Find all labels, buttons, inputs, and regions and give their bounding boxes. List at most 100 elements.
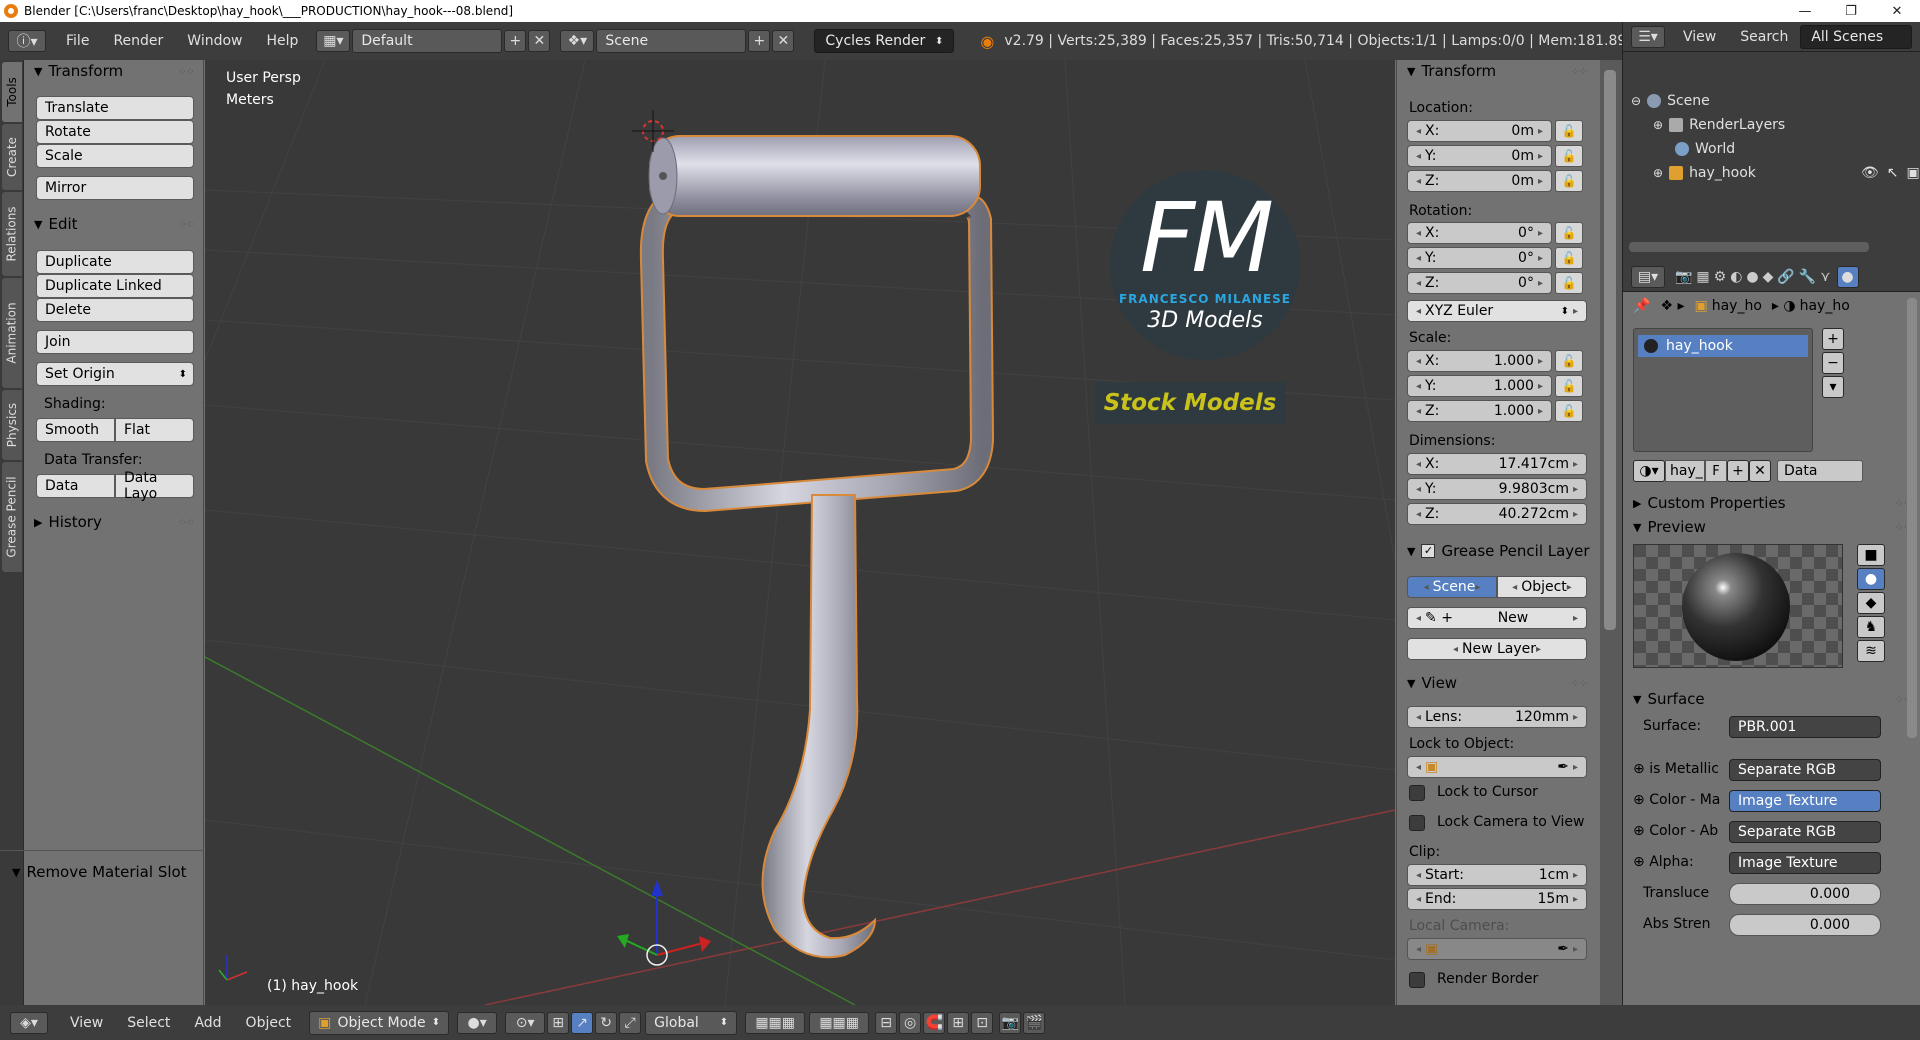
view-panel-header[interactable]: ▼ View ⁘⁘ xyxy=(1397,672,1597,694)
add-scene-button[interactable]: + xyxy=(748,30,771,52)
material-tab-icon[interactable]: ● xyxy=(1836,265,1859,288)
layers-grid-1[interactable]: ▦▦▦ xyxy=(745,1011,806,1034)
outliner-search-menu[interactable]: Search xyxy=(1728,22,1800,52)
grease-scene-toggle[interactable]: Scene xyxy=(1407,576,1497,598)
visibility-icons[interactable]: 👁 ↖ ▣ xyxy=(1861,162,1920,184)
tab-animation[interactable]: Animation xyxy=(2,278,22,388)
menu-help[interactable]: Help xyxy=(254,22,310,60)
screen-layout-icon[interactable]: ▦▾ xyxy=(316,30,351,52)
menu-render[interactable]: Render xyxy=(101,22,175,60)
color-ma-node[interactable]: Image Texture xyxy=(1729,790,1881,812)
edit-panel-header[interactable]: ▼ Edit ⁘⁘ xyxy=(24,213,204,235)
rotation-x-field[interactable]: X: 0° xyxy=(1407,222,1552,244)
context-tabs-icons[interactable]: 📷▦⚙◐●◆🔗🔧⋎ xyxy=(1675,269,1835,285)
material-name-field[interactable]: hay_ xyxy=(1665,460,1705,482)
n-panel-scrollbar[interactable] xyxy=(1604,70,1616,630)
lock-icon[interactable]: 🔓 xyxy=(1555,222,1583,244)
outliner-item-hay-hook[interactable]: ⊕ hay_hook xyxy=(1653,162,1756,184)
join-button[interactable]: Join xyxy=(36,330,194,354)
snap-target-icon[interactable]: ⊡ xyxy=(971,1011,994,1034)
tab-grease-pencil[interactable]: Grease Pencil xyxy=(2,462,22,572)
add-layout-button[interactable]: + xyxy=(504,30,527,52)
surface-shader-select[interactable]: PBR.001 xyxy=(1729,716,1881,738)
viewport-menu-view[interactable]: View xyxy=(58,1005,115,1040)
menu-window[interactable]: Window xyxy=(175,22,254,60)
eyedropper-icon[interactable]: ✒ xyxy=(1557,759,1569,775)
link-select[interactable]: Data xyxy=(1777,460,1863,482)
socket-icon[interactable]: ⊕ xyxy=(1633,854,1649,870)
render-image-icon[interactable]: 📷 xyxy=(999,1011,1022,1034)
outliner-h-scrollbar[interactable] xyxy=(1629,242,1869,252)
lock-object-field[interactable]: ▣✒ xyxy=(1407,756,1587,778)
lens-field[interactable]: Lens: 120mm xyxy=(1407,706,1587,728)
menu-file[interactable]: File xyxy=(54,22,101,60)
preview-sphere-icon[interactable]: ● xyxy=(1857,568,1885,590)
rotate-manipulator-icon[interactable]: ↻ xyxy=(595,1011,618,1034)
lock-icon[interactable]: 🔓 xyxy=(1555,120,1583,142)
pivot-point-icon[interactable]: ⊙▾ xyxy=(505,1011,546,1034)
outliner-item-world[interactable]: World xyxy=(1675,138,1735,160)
3d-viewport[interactable]: User Persp Meters (1) hay_hook FM FRANCE… xyxy=(205,60,1395,1005)
lock-icon[interactable]: 🔓 xyxy=(1555,400,1583,422)
close-button[interactable]: ✕ xyxy=(1874,0,1920,22)
socket-icon[interactable]: ⊕ xyxy=(1633,792,1649,808)
grip-icon[interactable]: ⁘⁘ xyxy=(178,65,195,78)
outliner-view-menu[interactable]: View xyxy=(1671,22,1728,52)
lock-layers-icon[interactable]: ⊟ xyxy=(875,1011,898,1034)
orientation-select[interactable]: Global ⬍ xyxy=(645,1010,738,1035)
snap-icon[interactable]: 🧲 xyxy=(923,1011,946,1034)
history-panel-header[interactable]: ▶ History ⁘⁘ xyxy=(24,511,204,533)
socket-icon[interactable]: ⊕ xyxy=(1633,823,1649,839)
maximize-button[interactable]: ❐ xyxy=(1828,0,1874,22)
grease-new-button[interactable]: ✎ + New xyxy=(1407,607,1587,629)
material-browse-icon[interactable]: ◑▾ xyxy=(1633,460,1665,482)
expand-icon[interactable]: ⊕ xyxy=(1653,118,1663,132)
scene-select[interactable]: Scene xyxy=(596,29,747,53)
snap-element-icon[interactable]: ⊞ xyxy=(947,1011,970,1034)
data-layout-button[interactable]: Data Layo xyxy=(115,470,194,502)
socket-icon[interactable]: ⊕ xyxy=(1633,761,1649,777)
translate-button[interactable]: Translate xyxy=(36,96,194,120)
flat-button[interactable]: Flat xyxy=(115,418,194,442)
render-engine-select[interactable]: Cycles Render ⬍ xyxy=(814,29,955,53)
viewport-menu-object[interactable]: Object xyxy=(234,1005,304,1040)
translate-manipulator-icon[interactable]: ↗ xyxy=(571,1011,594,1034)
grease-object-toggle[interactable]: Object xyxy=(1497,576,1587,598)
n-transform-header[interactable]: ▼ Transform ⁘⁘ xyxy=(1397,60,1597,82)
remove-scene-button[interactable]: ✕ xyxy=(772,30,795,52)
add-slot-button[interactable]: + xyxy=(1822,328,1844,350)
preview-header[interactable]: ▼ Preview ⁘⁘ xyxy=(1623,516,1920,538)
grip-icon[interactable]: ⁘⁘ xyxy=(178,516,195,529)
viewport-menu-add[interactable]: Add xyxy=(182,1005,233,1040)
remove-slot-button[interactable]: − xyxy=(1822,352,1844,374)
is-metallic-node[interactable]: Separate RGB xyxy=(1729,759,1881,781)
tab-create[interactable]: Create xyxy=(2,124,22,190)
preview-hair-icon[interactable]: ≋ xyxy=(1857,640,1885,662)
viewport-menu-select[interactable]: Select xyxy=(115,1005,182,1040)
minimize-button[interactable]: — xyxy=(1782,0,1828,22)
scene-icon[interactable]: ❖▾ xyxy=(560,30,595,52)
clip-end-field[interactable]: End: 15m xyxy=(1407,888,1587,910)
scale-z-field[interactable]: Z: 1.000 xyxy=(1407,400,1552,422)
shading-mode-icon[interactable]: ●▾ xyxy=(457,1011,498,1034)
color-ab-node[interactable]: Separate RGB xyxy=(1729,821,1881,843)
rotation-mode-select[interactable]: XYZ Euler ⬍ xyxy=(1407,300,1587,322)
lock-icon[interactable]: 🔓 xyxy=(1555,375,1583,397)
scale-manipulator-icon[interactable]: ⤢ xyxy=(619,1011,642,1034)
grease-layer-header[interactable]: ▼ ✓ Grease Pencil Layer xyxy=(1397,540,1597,562)
remove-layout-button[interactable]: ✕ xyxy=(528,30,551,52)
duplicate-linked-button[interactable]: Duplicate Linked xyxy=(36,274,194,298)
clip-start-field[interactable]: Start: 1cm xyxy=(1407,864,1587,886)
manipulator-toggle-icon[interactable]: ⊞ xyxy=(547,1011,570,1034)
eye-icon[interactable]: 👁 xyxy=(1861,165,1879,181)
location-z-field[interactable]: Z: 0m xyxy=(1407,170,1552,192)
pin-icon[interactable]: 📌 xyxy=(1633,298,1650,314)
custom-props-header[interactable]: ▶ Custom Properties ⁘⁘ xyxy=(1623,492,1920,514)
properties-scrollbar[interactable] xyxy=(1907,298,1917,738)
new-layer-button[interactable]: New Layer xyxy=(1407,638,1587,660)
eyedropper-icon[interactable]: ✒ xyxy=(1557,941,1569,957)
render-animation-icon[interactable]: 🎬 xyxy=(1023,1011,1046,1034)
collapse-icon[interactable]: ⊖ xyxy=(1631,94,1641,108)
slot-specials-button[interactable]: ▾ xyxy=(1822,376,1844,398)
grip-icon[interactable]: ⁘⁘ xyxy=(178,218,195,231)
